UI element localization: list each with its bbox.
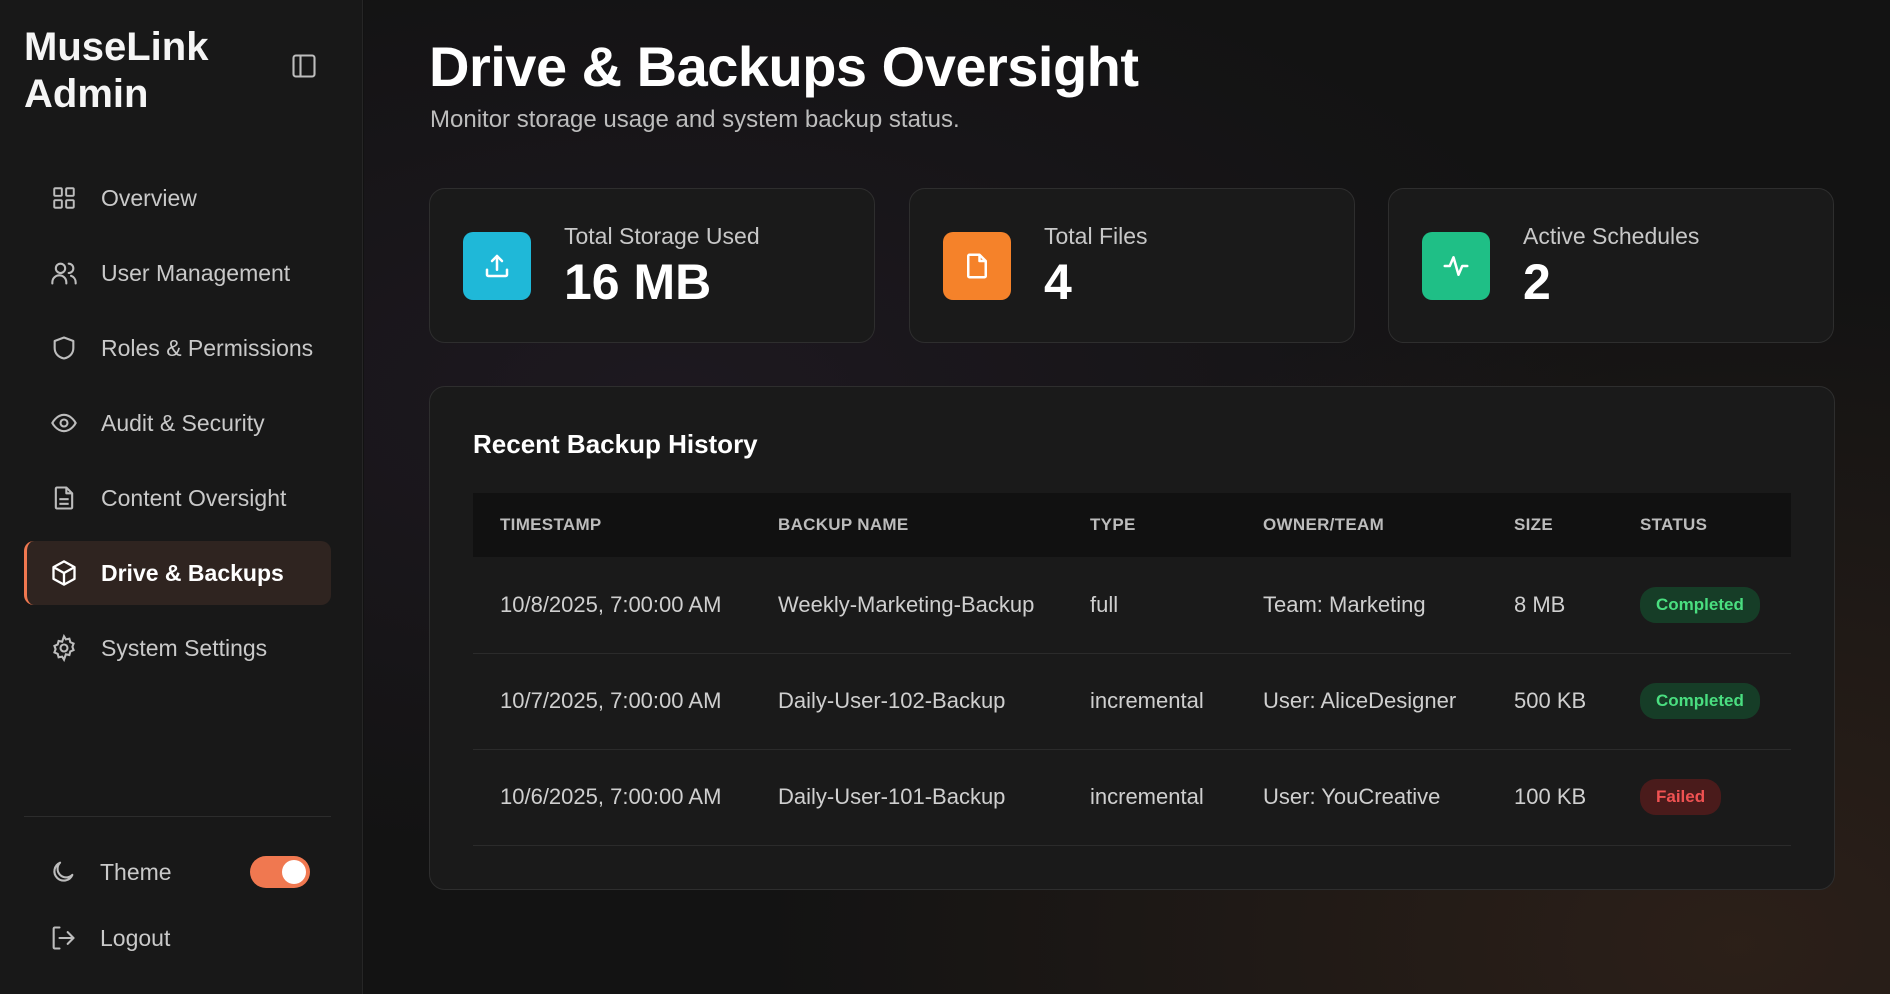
cell-type: incremental: [1090, 688, 1204, 713]
column-header-status: STATUS: [1640, 515, 1708, 534]
brand-logo: MuseLink Admin: [24, 25, 209, 116]
theme-label: Theme: [100, 858, 172, 885]
logout-icon: [48, 923, 78, 953]
eye-icon: [49, 408, 79, 438]
column-header-timestamp: TIMESTAMP: [500, 515, 602, 534]
page-subtitle: Monitor storage usage and system backup …: [430, 106, 960, 133]
cell-status: Completed: [1613, 653, 1791, 749]
cell-timestamp: 10/7/2025, 7:00:00 AM: [500, 688, 722, 713]
logout-button[interactable]: Logout: [48, 918, 170, 958]
sidebar-item-drive-backups[interactable]: Drive & Backups: [24, 541, 331, 605]
file-text-icon: [49, 483, 79, 513]
page-title: Drive & Backups Oversight: [429, 35, 1139, 98]
sidebar-toggle-button[interactable]: [286, 50, 322, 86]
theme-row: Theme: [48, 852, 310, 892]
status-badge: Failed: [1640, 779, 1722, 815]
backup-history-table: TIMESTAMP BACKUP NAME TYPE OWNER/TEAM SI…: [473, 493, 1791, 846]
stat-label: Active Schedules: [1523, 223, 1700, 249]
gear-icon: [49, 633, 79, 663]
file-icon: [943, 232, 1011, 300]
sidebar-item-label: Roles & Permissions: [101, 334, 314, 361]
sidebar-item-label: System Settings: [101, 634, 268, 661]
sidebar-item-label: Drive & Backups: [101, 559, 284, 586]
status-badge: Completed: [1640, 683, 1760, 719]
toggle-knob: [282, 860, 306, 884]
panel-left-icon: [290, 52, 318, 85]
moon-icon: [48, 857, 78, 887]
sidebar-item-system-settings[interactable]: System Settings: [24, 616, 331, 680]
stat-label: Total Files: [1044, 223, 1148, 249]
sidebar-item-overview[interactable]: Overview: [24, 166, 331, 230]
backup-history-panel: Recent Backup History TIMESTAMP BACKUP N…: [429, 386, 1835, 890]
column-header-backup-name: BACKUP NAME: [778, 515, 909, 534]
cell-backup-name: Weekly-Marketing-Backup: [778, 591, 1035, 617]
cell-timestamp: 10/6/2025, 7:00:00 AM: [500, 784, 722, 809]
cell-owner: User: YouCreative: [1263, 784, 1441, 809]
table-row: 10/6/2025, 7:00:00 AM Daily-User-101-Bac…: [473, 749, 1791, 845]
cell-type: full: [1090, 591, 1119, 617]
theme-toggle[interactable]: [250, 856, 310, 888]
sidebar-item-label: User Management: [101, 259, 291, 286]
cell-size: 8 MB: [1514, 591, 1566, 617]
stat-card-storage: Total Storage Used 16 MB: [429, 188, 875, 343]
table-header-row: TIMESTAMP BACKUP NAME TYPE OWNER/TEAM SI…: [473, 493, 1791, 557]
shield-icon: [49, 333, 79, 363]
table-row: 10/8/2025, 7:00:00 AM Weekly-Marketing-B…: [473, 557, 1791, 653]
column-header-owner: OWNER/TEAM: [1263, 515, 1385, 534]
cell-size: 100 KB: [1514, 784, 1587, 809]
activity-icon: [1422, 232, 1490, 300]
sidebar-nav: Overview User Management Roles & Permiss…: [24, 166, 331, 691]
sidebar-divider: [24, 816, 331, 817]
main-content: Drive & Backups Oversight Monitor storag…: [364, 0, 1890, 994]
stat-card-files: Total Files 4: [909, 188, 1355, 343]
sidebar-item-user-management[interactable]: User Management: [24, 241, 331, 305]
cell-type: incremental: [1090, 784, 1204, 809]
sidebar-item-label: Audit & Security: [101, 409, 265, 436]
sidebar-item-audit-security[interactable]: Audit & Security: [24, 391, 331, 455]
cell-status: Failed: [1613, 749, 1791, 845]
grid-icon: [49, 183, 79, 213]
cell-backup-name: Daily-User-101-Backup: [778, 784, 1006, 809]
sidebar-item-label: Overview: [101, 184, 197, 211]
sidebar: MuseLink Admin Overview User Management …: [0, 0, 363, 994]
stats-row: Total Storage Used 16 MB Total Files 4 A…: [429, 188, 1835, 344]
table-row: 10/7/2025, 7:00:00 AM Daily-User-102-Bac…: [473, 653, 1791, 749]
status-badge: Completed: [1640, 586, 1760, 623]
logout-label: Logout: [100, 924, 171, 951]
sidebar-item-roles-permissions[interactable]: Roles & Permissions: [24, 316, 331, 380]
cell-status: Completed: [1613, 557, 1791, 653]
sidebar-item-label: Content Oversight: [101, 484, 287, 511]
cell-backup-name: Daily-User-102-Backup: [778, 688, 1006, 713]
sidebar-item-content-oversight[interactable]: Content Oversight: [24, 466, 331, 530]
stat-value: 4: [1044, 254, 1072, 310]
stat-value: 2: [1523, 254, 1551, 310]
cell-size: 500 KB: [1514, 688, 1587, 713]
cell-owner: Team: Marketing: [1263, 591, 1426, 617]
cell-timestamp: 10/8/2025, 7:00:00 AM: [500, 591, 722, 617]
users-icon: [49, 258, 79, 288]
cell-owner: User: AliceDesigner: [1263, 688, 1457, 713]
stat-card-schedules: Active Schedules 2: [1388, 188, 1834, 343]
box-icon: [49, 558, 79, 588]
upload-icon: [463, 232, 531, 300]
panel-title: Recent Backup History: [473, 429, 758, 459]
stat-value: 16 MB: [564, 254, 712, 310]
column-header-type: TYPE: [1090, 515, 1136, 534]
stat-label: Total Storage Used: [564, 223, 760, 249]
column-header-size: SIZE: [1514, 515, 1553, 534]
